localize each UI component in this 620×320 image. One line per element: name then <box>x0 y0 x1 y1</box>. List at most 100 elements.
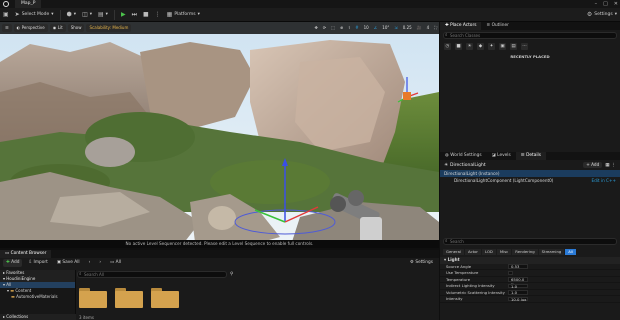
world-local-icon[interactable]: ⊕ <box>338 24 345 32</box>
property-value[interactable]: 0.53 <box>508 264 528 269</box>
use-temperature-checkbox[interactable] <box>508 270 513 275</box>
recent-icon[interactable]: ◷ <box>444 43 451 50</box>
tab-place-actors-label: Place Actors <box>450 23 477 28</box>
collections-section[interactable]: ▸ Collections <box>0 314 76 320</box>
asset-view: ⌕ Search All ⚲ 3 items <box>77 270 439 320</box>
details-panel: ◍ World Settings ◪ Levels ☰ Details ☀ Direc… <box>440 152 620 320</box>
more-options-icon[interactable]: ⋮ <box>612 163 617 168</box>
property-value[interactable]: 10.0 lux <box>508 296 528 301</box>
asset-folder[interactable] <box>151 288 179 308</box>
items-count: 3 items <box>79 315 94 320</box>
back-button[interactable]: ‹ <box>86 259 94 267</box>
tab-content-browser[interactable]: ▭ Content Browser <box>0 250 52 258</box>
cinematics-button[interactable]: ▤ ▾ <box>95 10 111 20</box>
category-general[interactable]: General <box>443 249 464 255</box>
asset-folder[interactable] <box>115 288 143 308</box>
scale-snap-value[interactable]: 0.25 <box>401 24 414 32</box>
level-viewport[interactable]: ☰ ◐ Perspective ◉ Lit Show Scalability: … <box>0 22 439 248</box>
stop-button[interactable]: ■ <box>140 10 152 20</box>
cb-settings-button[interactable]: ⚙ Settings <box>407 259 436 267</box>
chevron-down-icon: ▾ <box>105 12 108 17</box>
maximize-viewport-icon[interactable]: ⛶ <box>432 24 439 32</box>
details-search[interactable]: ⌕ Search <box>443 238 617 245</box>
scene-render[interactable] <box>0 22 439 248</box>
search-icon: ⌕ <box>445 33 448 38</box>
save-button[interactable]: ▣ <box>0 10 12 20</box>
perspective-label: Perspective <box>21 25 45 30</box>
asset-folder[interactable] <box>79 288 107 308</box>
category-all[interactable]: All <box>565 249 576 255</box>
category-rendering[interactable]: Rendering <box>512 249 538 255</box>
grid-snap-icon[interactable]: # <box>353 24 360 32</box>
tab-world-settings[interactable]: ◍ World Settings <box>440 152 487 160</box>
property-value[interactable]: 1.0 <box>508 283 528 288</box>
select-mode-dropdown[interactable]: ➤ Select Mode ▾ <box>12 10 57 20</box>
volumes-icon[interactable]: ▣ <box>499 43 506 50</box>
category-streaming[interactable]: Streaming <box>538 249 565 255</box>
property-value[interactable]: 1.0 <box>508 290 528 295</box>
import-button[interactable]: ⇩ Import <box>25 259 50 267</box>
tab-details[interactable]: ☰ Details <box>515 152 546 160</box>
lit-button[interactable]: ◉ Lit <box>49 24 66 32</box>
place-actor-categories: ◷ ■ ☀ ◆ ✦ ▣ ▤ ⋯ <box>440 41 620 52</box>
blueprint-icon: ◫ <box>82 11 88 18</box>
surface-snap-icon[interactable]: ⌇ <box>346 24 352 32</box>
asset-search[interactable]: ⌕ Search All <box>77 271 227 278</box>
blueprint-icon[interactable]: ▦ <box>605 163 609 168</box>
property-value[interactable]: 6500.0 K <box>508 277 528 286</box>
play-button[interactable]: ▶ <box>118 10 129 20</box>
add-button[interactable]: ✚ Add <box>3 259 23 267</box>
settings-dropdown[interactable]: ⚙ Settings ▾ <box>584 10 620 20</box>
play-options-button[interactable]: ⋮ <box>152 10 164 20</box>
filter-icon[interactable]: ⚲ <box>230 272 233 277</box>
component-row-instance[interactable]: DirectionalLight (Instance) <box>440 170 620 177</box>
cursor-icon: ➤ <box>14 11 20 18</box>
skip-button[interactable]: ⏭ <box>129 10 140 20</box>
cube-icon[interactable]: ■ <box>455 43 462 50</box>
camera-speed-value[interactable]: 4 <box>425 24 432 32</box>
grid-snap-value[interactable]: 10 <box>362 24 371 32</box>
minimize-icon[interactable]: – <box>595 0 598 8</box>
actor-name[interactable]: DirectionalLight <box>450 163 486 168</box>
add-component-button[interactable]: + Add <box>583 162 603 168</box>
component-row-label: DirectionalLightComponent (LightComponen… <box>454 178 554 183</box>
shapes-icon[interactable]: ◆ <box>477 43 484 50</box>
platforms-dropdown[interactable]: ▦ Platforms ▾ <box>164 10 203 20</box>
tab-outliner[interactable]: ≡ Outliner <box>481 22 513 30</box>
category-misc[interactable]: Misc <box>496 249 512 255</box>
component-row-light[interactable]: DirectionalLightComponent (LightComponen… <box>440 177 620 184</box>
maximize-icon[interactable]: □ <box>603 0 608 8</box>
viewport-menu-button[interactable]: ☰ <box>2 24 12 32</box>
light-icon[interactable]: ☀ <box>466 43 473 50</box>
all-classes-icon[interactable]: ▤ <box>510 43 517 50</box>
visual-effects-icon[interactable]: ✦ <box>488 43 495 50</box>
perspective-button[interactable]: ◐ Perspective <box>13 24 48 32</box>
details-categories: General Actor LOD Misc Rendering Streami… <box>440 247 620 257</box>
scale-snap-icon[interactable]: ⇲ <box>392 24 399 32</box>
category-actor[interactable]: Actor <box>464 249 481 255</box>
save-all-button[interactable]: ▣ Save All <box>54 259 83 267</box>
more-icon[interactable]: ⋯ <box>521 43 528 50</box>
tab-levels[interactable]: ◪ Levels <box>487 152 516 160</box>
blueprint-button[interactable]: ◫ ▾ <box>79 10 95 20</box>
tab-place-actors[interactable]: ✚ Place Actors <box>440 22 482 30</box>
camera-speed-icon[interactable]: 🎥 <box>415 24 424 32</box>
rotation-snap-value[interactable]: 10° <box>380 24 391 32</box>
rotation-snap-icon[interactable]: ∠ <box>372 24 380 32</box>
scalability-warning[interactable]: Scalability: Medium <box>86 24 132 32</box>
category-lod[interactable]: LOD <box>481 249 496 255</box>
edit-in-cpp-link[interactable]: Edit in C++ <box>591 177 616 184</box>
level-tab[interactable]: Map_P <box>15 0 42 8</box>
forward-button[interactable]: › <box>96 259 104 267</box>
place-actors-search[interactable]: ⌕ Search Classes <box>443 32 617 39</box>
tree-item-automotive[interactable]: ▬ AutomotiveMaterials <box>0 294 75 300</box>
close-icon[interactable]: ✕ <box>614 0 618 8</box>
show-button[interactable]: Show <box>67 24 85 32</box>
rotate-tool-icon[interactable]: ⟳ <box>321 24 328 32</box>
translate-tool-icon[interactable]: ✥ <box>312 24 319 32</box>
quick-add-button[interactable]: ⬢ ▾ <box>64 10 80 20</box>
scale-tool-icon[interactable]: ⬚ <box>329 24 337 32</box>
tab-levels-label: Levels <box>497 153 511 158</box>
breadcrumb[interactable]: ▭ All <box>107 259 124 267</box>
cb-settings-label: Settings <box>415 260 433 265</box>
